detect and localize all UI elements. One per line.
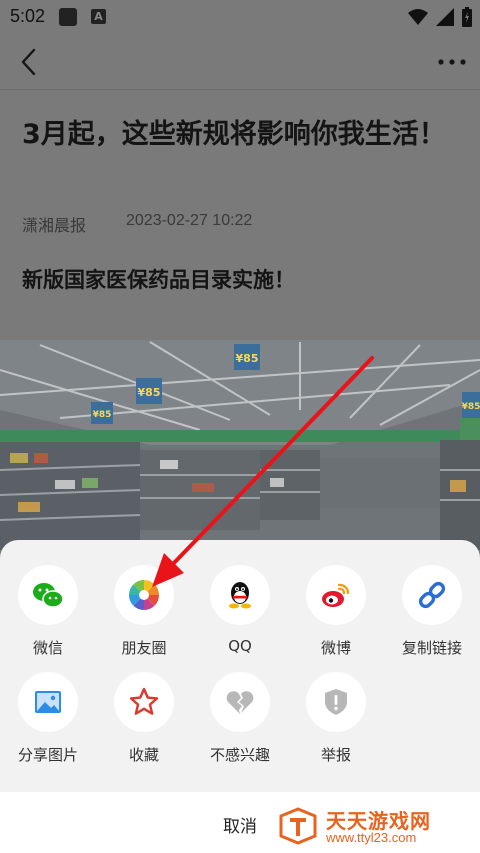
article-subtitle: 新版国家医保药品目录实施！	[22, 268, 295, 292]
share-weibo-label: 微博	[320, 639, 351, 657]
watermark-url: www.ttyl23.com	[326, 830, 417, 845]
top-bar	[0, 34, 480, 90]
share-favorite-circle	[114, 672, 174, 732]
article-title: 3月起，这些新规将影响你我生活！	[22, 119, 446, 150]
more-button[interactable]	[434, 46, 470, 78]
app-notification-icon: A	[91, 9, 106, 24]
share-wechat[interactable]: 微信	[0, 565, 96, 665]
more-dots-icon	[438, 59, 466, 65]
share-favorite[interactable]: 收藏	[96, 672, 192, 772]
article-date: 2023-02-27 10:22	[126, 212, 253, 229]
photo-sign-3: ¥85	[93, 410, 112, 420]
share-report[interactable]: 举报	[288, 672, 384, 772]
qq-icon	[229, 582, 251, 609]
share-weibo-circle	[306, 565, 366, 625]
star-icon	[129, 687, 159, 715]
pharmacy-photo: ¥85 ¥85 ¥85 ¥85	[0, 340, 480, 550]
chevron-left-icon	[21, 48, 36, 76]
broken-heart-icon	[226, 691, 254, 714]
share-qq[interactable]: QQ	[192, 565, 288, 665]
photo-sign-4: ¥85	[462, 402, 480, 412]
image-icon	[35, 691, 61, 713]
status-bar: 5:02 A	[0, 0, 480, 34]
share-moments-circle	[114, 565, 174, 625]
share-wechat-circle	[18, 565, 78, 625]
moments-icon	[129, 580, 159, 610]
share-report-label: 举报	[320, 746, 351, 764]
share-not-interested[interactable]: 不感兴趣	[192, 672, 288, 772]
share-favorite-label: 收藏	[128, 746, 159, 764]
notification-icon	[59, 8, 77, 26]
weibo-icon	[322, 583, 350, 607]
share-image-circle	[18, 672, 78, 732]
share-image[interactable]: 分享图片	[0, 672, 96, 772]
article-source[interactable]: 潇湘晨报	[22, 212, 86, 236]
share-wechat-label: 微信	[32, 639, 63, 657]
share-moments[interactable]: 朋友圈	[96, 565, 192, 665]
watermark: 天天游戏网 www.ttyl23.com	[270, 798, 480, 853]
report-icon	[325, 689, 347, 715]
share-image-label: 分享图片	[17, 746, 78, 764]
article-photo[interactable]: ¥85 ¥85 ¥85 ¥85	[0, 340, 480, 550]
link-icon	[418, 581, 446, 609]
watermark-logo-icon	[279, 807, 317, 845]
status-time: 5:02	[10, 6, 46, 26]
signal-icon	[436, 8, 454, 26]
share-copy-link-label: 复制链接	[401, 639, 462, 657]
share-copy-link-circle	[402, 565, 462, 625]
photo-sign-2: ¥85	[236, 352, 259, 365]
share-qq-label: QQ	[228, 637, 252, 655]
battery-icon	[462, 7, 472, 27]
share-not-interested-label: 不感兴趣	[209, 746, 270, 764]
share-moments-label: 朋友圈	[121, 639, 167, 657]
back-button[interactable]	[14, 46, 46, 78]
share-copy-link[interactable]: 复制链接	[384, 565, 480, 665]
share-not-interested-circle	[210, 672, 270, 732]
wechat-icon	[33, 583, 64, 608]
share-report-circle	[306, 672, 366, 732]
share-qq-circle	[210, 565, 270, 625]
wifi-icon	[408, 9, 428, 25]
article: 3月起，这些新规将影响你我生活！ 潇湘晨报 2023-02-27 10:22 新…	[0, 90, 480, 340]
share-weibo[interactable]: 微博	[288, 565, 384, 665]
photo-sign-1: ¥85	[138, 386, 161, 399]
